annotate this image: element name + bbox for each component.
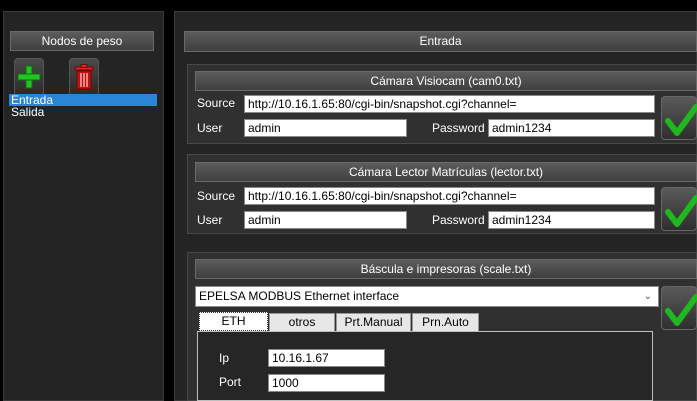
trash-icon (74, 64, 94, 90)
source-label: Source (197, 96, 236, 110)
user-label: User (197, 121, 223, 135)
password-label: Password (432, 121, 485, 135)
plus-icon (17, 65, 41, 89)
scale-accept-button[interactable] (661, 286, 697, 330)
scale-interface-value: EPELSA MODBUS Ethernet interface (199, 289, 400, 303)
node-item-salida[interactable]: Salida (9, 106, 157, 118)
tab-prn-auto[interactable]: Prn.Auto (412, 313, 479, 332)
delete-node-button[interactable] (69, 58, 99, 96)
node-list: Entrada Salida (9, 94, 157, 118)
checkmark-icon (665, 294, 697, 326)
camera-visiocam-accept-button[interactable] (661, 96, 697, 140)
source-label: Source (197, 189, 236, 203)
ip-input[interactable]: 10.16.1.67 (268, 349, 385, 367)
eth-tab-content (197, 331, 653, 401)
add-node-button[interactable] (14, 58, 44, 96)
camera-lector-accept-button[interactable] (661, 187, 697, 231)
source-input[interactable]: http://10.16.1.65:80/cgi-bin/snapshot.cg… (244, 187, 655, 205)
weight-nodes-header: Nodos de peso (10, 31, 154, 51)
node-config-header: Entrada (184, 31, 697, 52)
password-input[interactable]: admin1234 (488, 119, 655, 137)
ip-label: Ip (219, 351, 230, 365)
source-input[interactable]: http://10.16.1.65:80/cgi-bin/snapshot.cg… (244, 95, 655, 113)
scale-printers-title: Báscula e impresoras (scale.txt) (195, 259, 697, 279)
user-input[interactable]: admin (244, 119, 407, 137)
tab-prt-manual[interactable]: Prt.Manual (336, 313, 411, 332)
scale-interface-select[interactable]: EPELSA MODBUS Ethernet interface ⌄ (195, 286, 659, 307)
chevron-down-icon: ⌄ (643, 291, 652, 302)
camera-lector-title: Cámara Lector Matrículas (lector.txt) (195, 162, 697, 182)
user-label: User (197, 213, 223, 227)
checkmark-icon (665, 195, 697, 227)
password-label: Password (432, 213, 485, 227)
user-input[interactable]: admin (244, 211, 407, 229)
checkmark-icon (665, 104, 697, 136)
port-label: Port (219, 375, 242, 389)
port-input[interactable]: 1000 (268, 374, 385, 392)
tab-otros[interactable]: otros (269, 313, 335, 332)
camera-visiocam-title: Cámara Visiocam (cam0.txt) (195, 71, 697, 91)
tab-eth[interactable]: ETH (199, 312, 268, 331)
password-input[interactable]: admin1234 (488, 211, 655, 229)
